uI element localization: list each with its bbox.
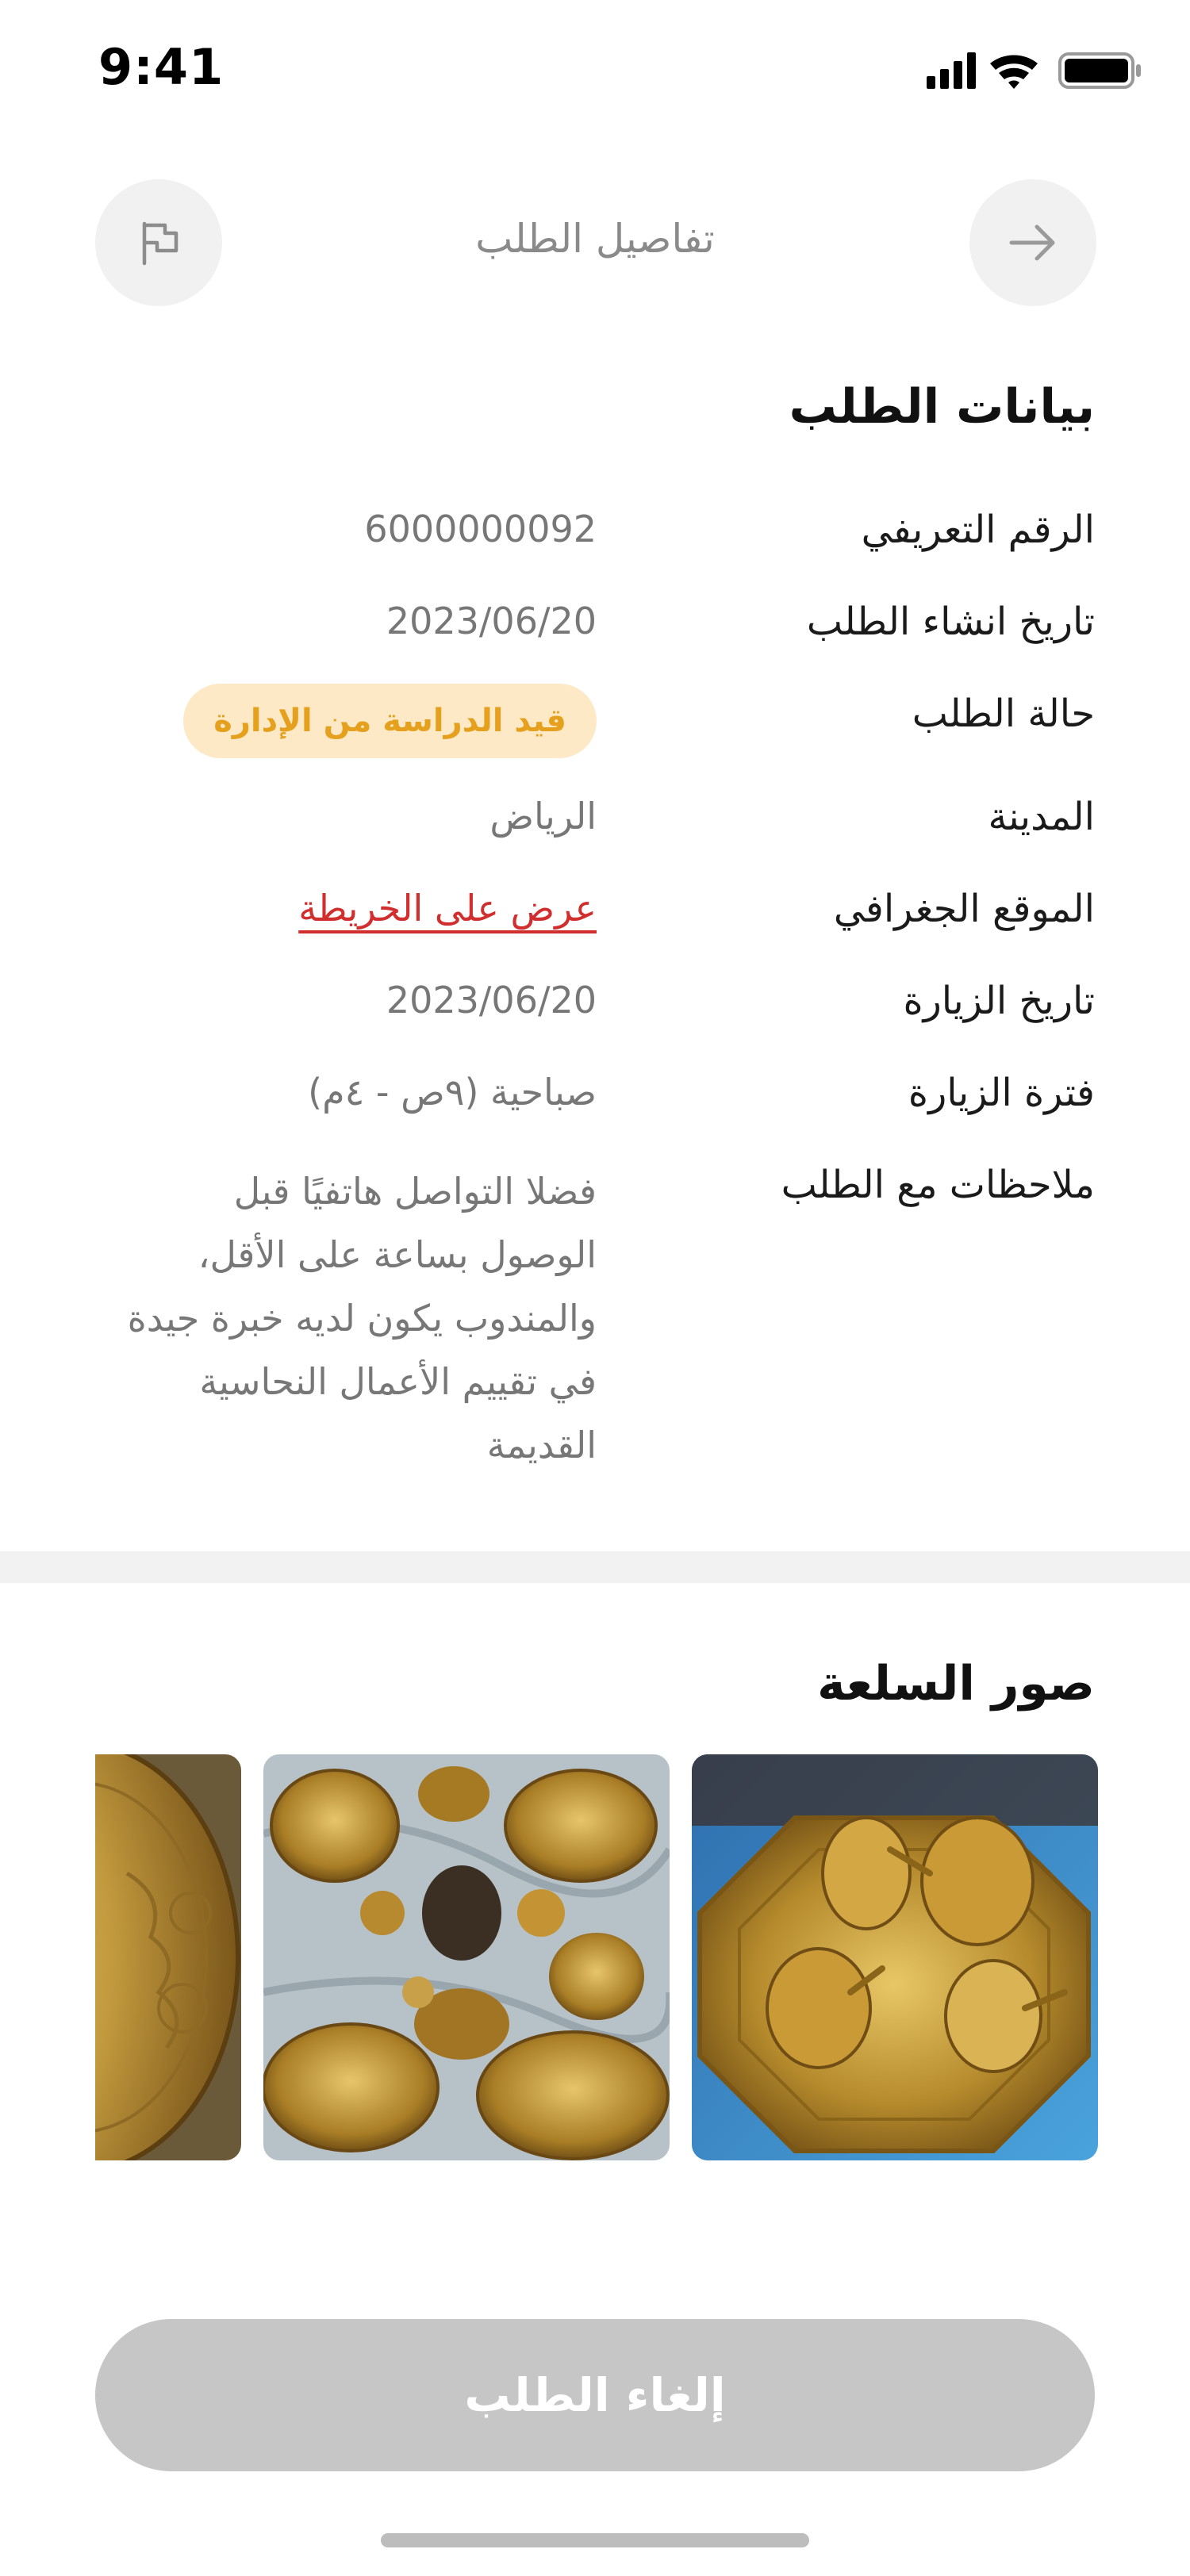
report-button[interactable] bbox=[95, 179, 222, 306]
section-divider bbox=[0, 1551, 1190, 1583]
cancel-order-button[interactable]: إلغاء الطلب bbox=[95, 2319, 1095, 2471]
status-icons bbox=[927, 48, 1149, 92]
created-date-value: 2023/06/20 bbox=[386, 600, 597, 642]
item-photo-2[interactable] bbox=[263, 1754, 670, 2160]
created-date-label: تاريخ انشاء الطلب bbox=[806, 600, 1095, 644]
back-button[interactable] bbox=[969, 179, 1096, 306]
battery-icon bbox=[1058, 52, 1141, 89]
signal-wifi-battery-icons bbox=[927, 52, 1141, 89]
status-badge: قيد الدراسة من الإدارة bbox=[183, 684, 597, 758]
photo-brass-plates bbox=[263, 1754, 670, 2160]
city-value: الرياض bbox=[489, 795, 597, 838]
arrow-right-icon bbox=[1009, 224, 1055, 261]
photo-engraved-plate bbox=[95, 1754, 241, 2160]
visit-period-label: فترة الزيارة bbox=[908, 1071, 1095, 1115]
item-photo-1[interactable] bbox=[692, 1754, 1098, 2160]
item-photos-title: صور السلعة bbox=[817, 1656, 1095, 1712]
flag-icon bbox=[142, 221, 178, 266]
id-value: 6000000092 bbox=[364, 508, 597, 550]
id-label: الرقم التعريفي bbox=[861, 508, 1095, 552]
city-label: المدينة bbox=[988, 795, 1095, 839]
visit-period-value: صباحية (٩ص - ٤م) bbox=[308, 1071, 597, 1114]
status-time: 9:41 bbox=[98, 38, 225, 96]
location-label: الموقع الجغرافي bbox=[833, 887, 1095, 931]
order-details-title: بيانات الطلب bbox=[789, 379, 1095, 435]
status-label: حالة الطلب bbox=[912, 692, 1095, 736]
location-value: عرض على الخريطة bbox=[152, 887, 597, 930]
item-photo-3[interactable] bbox=[95, 1754, 241, 2160]
view-on-map-link[interactable]: عرض على الخريطة bbox=[298, 887, 597, 930]
visit-date-value: 2023/06/20 bbox=[386, 979, 597, 1022]
notes-label: ملاحظات مع الطلب bbox=[781, 1163, 1095, 1207]
wifi-icon bbox=[990, 55, 1038, 89]
page-title: تفاصيل الطلب bbox=[475, 216, 715, 262]
home-indicator bbox=[381, 2533, 809, 2547]
visit-date-label: تاريخ الزيارة bbox=[903, 979, 1095, 1023]
cellular-signal-icon bbox=[927, 52, 976, 89]
notes-value: فضلا التواصل هاتفيًا قبل الوصول بساعة عل… bbox=[127, 1170, 597, 1466]
photo-tea-set bbox=[692, 1754, 1098, 2160]
